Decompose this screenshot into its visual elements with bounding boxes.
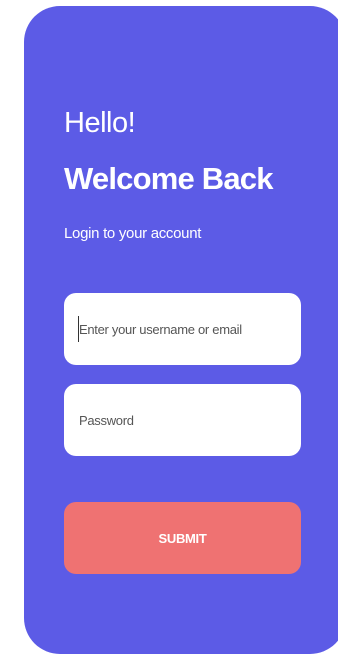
- username-input[interactable]: [79, 321, 301, 337]
- text-caret: [78, 316, 79, 342]
- greeting-heading: Hello!: [64, 107, 136, 139]
- welcome-heading: Welcome Back: [64, 161, 273, 196]
- login-subtitle: Login to your account: [64, 225, 202, 242]
- username-field[interactable]: [64, 293, 301, 365]
- password-field[interactable]: [64, 384, 301, 456]
- password-input[interactable]: [79, 412, 301, 428]
- submit-button[interactable]: SUBMIT: [64, 502, 301, 574]
- login-card: Hello! Welcome Back Login to your accoun…: [24, 6, 338, 654]
